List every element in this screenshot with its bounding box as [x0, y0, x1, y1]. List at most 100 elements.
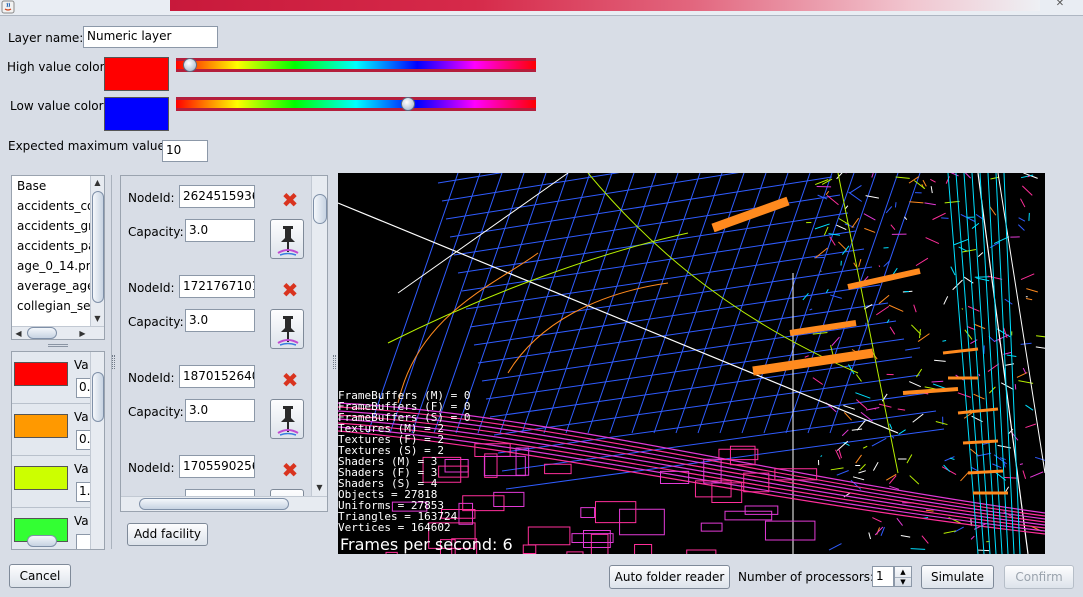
processors-spinner-input[interactable]: 1	[872, 566, 894, 587]
node-id-label: NodeId:	[128, 371, 175, 385]
map-road	[850, 479, 862, 490]
map-road	[1025, 404, 1034, 411]
map-road	[889, 423, 893, 429]
auto-folder-reader-button[interactable]: Auto folder reader	[609, 565, 730, 589]
hscroll-thumb[interactable]	[139, 498, 289, 510]
map-road	[925, 237, 940, 245]
expected-max-input[interactable]: 10	[162, 140, 208, 162]
facility-vscrollbar[interactable]: ▼	[311, 176, 327, 496]
capacity-label: Capacity:	[128, 315, 184, 329]
map-road	[828, 543, 842, 551]
map-road	[856, 374, 862, 382]
scroll-right-arrow-icon[interactable]: ▶	[76, 327, 89, 339]
splitter-bar[interactable]	[111, 175, 115, 549]
layer-name-input[interactable]: Numeric layer	[83, 26, 218, 48]
map-road	[970, 466, 979, 472]
map-road	[912, 413, 924, 423]
map-main-road	[997, 173, 1045, 474]
splitter-grip[interactable]	[333, 355, 336, 369]
splitter-bar[interactable]	[333, 175, 337, 549]
facility-bar	[902, 387, 959, 395]
facility-hscrollbar[interactable]	[121, 496, 327, 511]
scroll-up-arrow-icon[interactable]: ▲	[91, 176, 104, 189]
map-road	[896, 517, 903, 526]
close-window-icon[interactable]: ✕	[1040, 0, 1080, 9]
map-road	[843, 405, 856, 410]
map-road	[493, 374, 921, 436]
map-road	[859, 463, 866, 471]
map-road	[862, 445, 868, 449]
scroll-thumb[interactable]	[92, 372, 104, 422]
pick-node-on-map-button[interactable]	[270, 219, 304, 259]
node-id-input[interactable]: 2624515936	[179, 185, 255, 208]
stat-line: Vertices = 164602	[338, 521, 451, 534]
node-id-input[interactable]: 1705590256	[179, 455, 255, 478]
map-road	[1035, 346, 1045, 349]
facility-list: NodeId: 2624515936 ✖ Capacity: 3.0 NodeId: 172…	[120, 175, 328, 512]
value-color-swatch[interactable]	[14, 414, 68, 438]
map-road	[932, 212, 946, 221]
node-id-input[interactable]: 1721767101	[179, 275, 255, 298]
swatch-list-vscrollbar[interactable]	[90, 352, 104, 549]
splitter-grip[interactable]	[48, 344, 68, 347]
spinner-down-arrow-icon[interactable]: ▼	[895, 577, 911, 586]
pick-node-on-map-button[interactable]	[270, 399, 304, 439]
map-road	[913, 304, 917, 313]
scroll-down-arrow-icon[interactable]: ▼	[91, 312, 104, 325]
value-label: Va	[74, 462, 89, 476]
low-value-color-swatch[interactable]	[104, 97, 169, 131]
facility-row: NodeId: 1721767101 ✖ Capacity: 3.0	[121, 266, 311, 356]
map-road	[858, 258, 862, 267]
map-road	[897, 408, 906, 411]
delete-facility-icon[interactable]: ✖	[279, 190, 301, 210]
processors-spinner[interactable]: ▲ ▼	[894, 566, 912, 587]
high-value-slider-thumb[interactable]	[182, 58, 197, 72]
node-id-input[interactable]: 1870152640	[179, 365, 255, 388]
map-road	[631, 173, 723, 434]
scroll-down-arrow-icon[interactable]: ▼	[313, 481, 326, 494]
scroll-left-arrow-icon[interactable]: ◀	[12, 327, 25, 339]
map-viewport[interactable]: FrameBuffers (M) = 0 FrameBuffers (F) = 0…	[338, 173, 1045, 554]
map-road	[935, 421, 948, 426]
capacity-input[interactable]: 3.0	[185, 399, 255, 422]
scroll-thumb[interactable]	[313, 194, 327, 224]
capacity-input[interactable]: 3.0	[185, 309, 255, 332]
map-road	[872, 461, 879, 471]
low-value-hue-slider[interactable]	[176, 97, 536, 111]
map-road	[977, 252, 984, 258]
pick-node-on-map-button[interactable]	[270, 309, 304, 349]
scroll-thumb[interactable]	[92, 191, 104, 303]
hscroll-thumb[interactable]	[27, 535, 57, 547]
map-road	[947, 173, 979, 554]
add-facility-button[interactable]: Add facility	[127, 523, 208, 546]
map-pin-icon	[271, 406, 305, 443]
spinner-up-arrow-icon[interactable]: ▲	[895, 567, 911, 577]
low-value-slider-thumb[interactable]	[400, 97, 415, 111]
simulate-button[interactable]: Simulate	[921, 565, 994, 589]
map-road	[950, 266, 956, 276]
high-value-hue-slider[interactable]	[176, 58, 536, 72]
map-road	[958, 246, 968, 252]
value-color-swatch[interactable]	[14, 362, 68, 386]
capacity-input[interactable]: 3.0	[185, 219, 255, 242]
map-block	[580, 507, 596, 518]
map-road	[971, 173, 997, 554]
delete-facility-icon[interactable]: ✖	[279, 460, 301, 480]
delete-facility-icon[interactable]: ✖	[279, 370, 301, 390]
layer-list-vscrollbar[interactable]: ▲ ▼	[90, 176, 104, 326]
map-road	[905, 347, 921, 351]
map-road	[987, 363, 1000, 372]
cancel-button[interactable]: Cancel	[9, 564, 71, 588]
hscroll-thumb[interactable]	[27, 327, 57, 339]
facility-bar	[942, 347, 979, 355]
splitter-grip[interactable]	[112, 355, 115, 369]
layer-list-hscrollbar[interactable]: ◀ ▶	[12, 326, 104, 339]
map-road	[888, 304, 904, 312]
delete-facility-icon[interactable]: ✖	[279, 280, 301, 300]
map-road	[941, 217, 949, 219]
map-road	[871, 173, 874, 178]
value-label: Va	[74, 358, 89, 372]
high-value-color-swatch[interactable]	[104, 57, 169, 91]
value-color-swatch[interactable]	[14, 466, 68, 490]
map-road	[900, 535, 911, 538]
